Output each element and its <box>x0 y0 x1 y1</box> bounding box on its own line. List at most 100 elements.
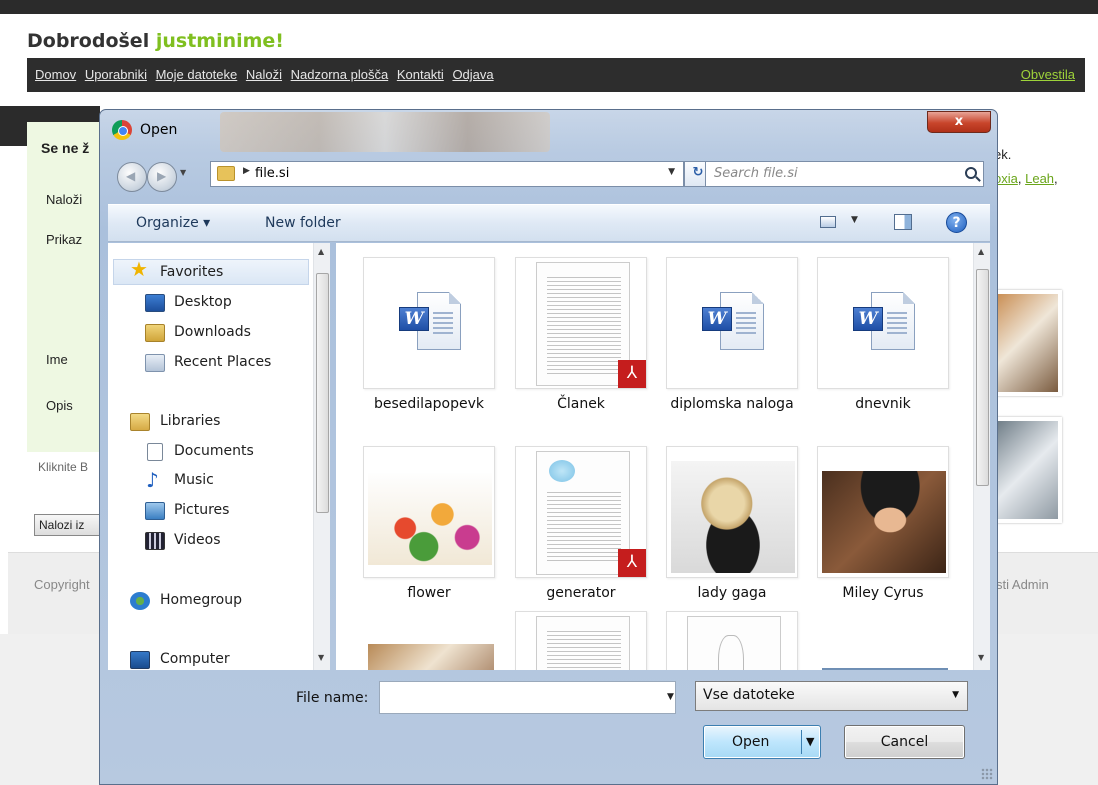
documents-icon <box>147 443 163 461</box>
nav-desktop[interactable]: Desktop <box>174 294 232 310</box>
nav-nalozi[interactable]: Naloži <box>246 67 282 82</box>
open-button[interactable]: Open ▼ <box>703 725 821 759</box>
file-scrollbar[interactable]: ▲ ▼ <box>973 243 990 670</box>
panel-heading: Se ne ž <box>41 140 90 156</box>
history-dropdown-icon[interactable]: ▼ <box>180 168 186 177</box>
preview-pane-icon[interactable] <box>894 214 912 230</box>
file-item[interactable]: flower <box>363 446 495 603</box>
label-opis: Opis <box>46 398 73 413</box>
split-divider <box>801 730 802 754</box>
right-thumbnail-car[interactable] <box>992 417 1062 523</box>
open-dropdown-icon[interactable]: ▼ <box>806 735 814 748</box>
pdf-icon: ⅄ <box>618 549 646 577</box>
nav-nadzorna-plosca[interactable]: Nadzorna plošča <box>291 67 389 82</box>
scroll-down-icon[interactable]: ▼ <box>318 653 324 662</box>
nav-kontakti[interactable]: Kontakti <box>397 67 444 82</box>
chrome-icon <box>112 120 132 140</box>
address-text[interactable]: file.si <box>255 166 289 181</box>
file-name-input[interactable] <box>379 681 676 714</box>
right-comma: , <box>1054 171 1058 186</box>
file-item[interactable]: ⅄ generator <box>515 446 647 603</box>
file-name: Članek <box>557 396 605 412</box>
nav-libraries[interactable]: Libraries <box>160 413 220 429</box>
breadcrumb-arrow-icon[interactable]: ▶ <box>243 166 250 176</box>
scroll-up-icon[interactable]: ▲ <box>318 247 324 256</box>
file-item[interactable]: Miley Cyrus <box>817 446 949 603</box>
file-item[interactable]: W besedilapopevk <box>363 257 495 414</box>
label-prikaz: Prikaz <box>46 232 83 247</box>
view-dropdown-icon[interactable]: ▼ <box>851 215 858 225</box>
new-folder-button[interactable]: New folder <box>265 215 341 231</box>
nav-scroll-thumb[interactable] <box>316 273 329 513</box>
word-doc-icon: W <box>853 292 915 354</box>
nav-favorites[interactable]: Favorites <box>160 264 223 280</box>
nav-music[interactable]: Music <box>174 472 214 488</box>
chevron-down-icon: ▼ <box>952 690 959 700</box>
cancel-button[interactable]: Cancel <box>844 725 965 759</box>
file-item[interactable]: lady gaga <box>666 446 798 603</box>
search-icon[interactable] <box>965 167 977 179</box>
right-thumbnail-cat[interactable] <box>992 290 1062 396</box>
miley-cyrus-image <box>822 471 946 573</box>
file-item[interactable] <box>666 611 798 670</box>
landscape-image <box>822 668 948 670</box>
file-item[interactable]: ⅄ Članek <box>515 257 647 414</box>
address-dropdown-icon[interactable]: ▼ <box>668 167 675 177</box>
nav-moje-datoteke[interactable]: Moje datoteke <box>156 67 238 82</box>
dialog-title: Open <box>140 122 178 138</box>
nav-scrollbar[interactable]: ▲ ▼ <box>313 243 330 670</box>
label-nalozi: Naloži <box>46 192 83 207</box>
pdf-thumbnail <box>536 262 630 386</box>
right-link-leah[interactable]: Leah <box>1025 171 1054 186</box>
organize-button[interactable]: Organize ▾ <box>136 215 210 231</box>
folder-icon <box>217 166 235 181</box>
navigation-pane: ★ Favorites Desktop Downloads Recent Pla… <box>108 243 330 670</box>
nav-obvestila[interactable]: Obvestila <box>1021 67 1075 82</box>
nav-downloads[interactable]: Downloads <box>174 324 251 340</box>
nav-computer[interactable]: Computer <box>160 651 230 667</box>
file-item[interactable]: W dnevnik <box>817 257 949 414</box>
doc-thumbnail <box>687 616 781 670</box>
doc-thumbnail <box>536 616 630 670</box>
nav-documents[interactable]: Documents <box>174 443 254 459</box>
file-item[interactable] <box>363 631 495 670</box>
cat-image <box>368 644 494 670</box>
file-name: lady gaga <box>697 585 767 601</box>
file-name: dnevnik <box>855 396 911 412</box>
change-view-icon[interactable] <box>820 216 836 228</box>
upload-button[interactable]: Nalozi iz <box>34 514 104 536</box>
file-item[interactable] <box>515 611 647 670</box>
nav-recent-places[interactable]: Recent Places <box>174 354 271 370</box>
star-icon: ★ <box>130 257 148 281</box>
search-box[interactable] <box>705 161 984 187</box>
close-button[interactable]: x <box>927 111 991 133</box>
scroll-up-icon[interactable]: ▲ <box>978 247 984 256</box>
word-doc-icon: W <box>399 292 461 354</box>
nav-odjava[interactable]: Odjava <box>452 67 493 82</box>
forward-button[interactable] <box>147 162 177 192</box>
nav-homegroup[interactable]: Homegroup <box>160 592 242 608</box>
page-top-bar <box>0 0 1098 14</box>
file-item[interactable] <box>817 661 949 670</box>
back-button[interactable] <box>117 162 147 192</box>
scroll-down-icon[interactable]: ▼ <box>978 653 984 662</box>
footer-copyright: Copyright <box>34 577 90 592</box>
help-icon[interactable]: ? <box>946 212 967 233</box>
file-type-select[interactable]: Vse datoteke ▼ <box>695 681 968 711</box>
address-bar[interactable]: ▶ file.si ▼ <box>210 161 684 187</box>
nav-videos[interactable]: Videos <box>174 532 221 548</box>
resize-grip-icon[interactable] <box>981 768 993 780</box>
open-label: Open <box>732 734 770 750</box>
pdf-icon: ⅄ <box>618 360 646 388</box>
pdf-thumbnail <box>536 451 630 575</box>
nav-pictures[interactable]: Pictures <box>174 502 229 518</box>
label-ime: Ime <box>46 352 68 367</box>
footer-links[interactable]: sti Admin <box>996 577 1049 592</box>
search-input[interactable] <box>714 166 954 181</box>
file-name-dropdown-icon[interactable]: ▼ <box>667 692 674 702</box>
file-scroll-thumb[interactable] <box>976 269 989 486</box>
music-icon: ♪ <box>146 468 159 492</box>
file-item[interactable]: W diplomska naloga <box>666 257 798 414</box>
nav-uporabniki[interactable]: Uporabniki <box>85 67 147 82</box>
nav-domov[interactable]: Domov <box>35 67 76 82</box>
